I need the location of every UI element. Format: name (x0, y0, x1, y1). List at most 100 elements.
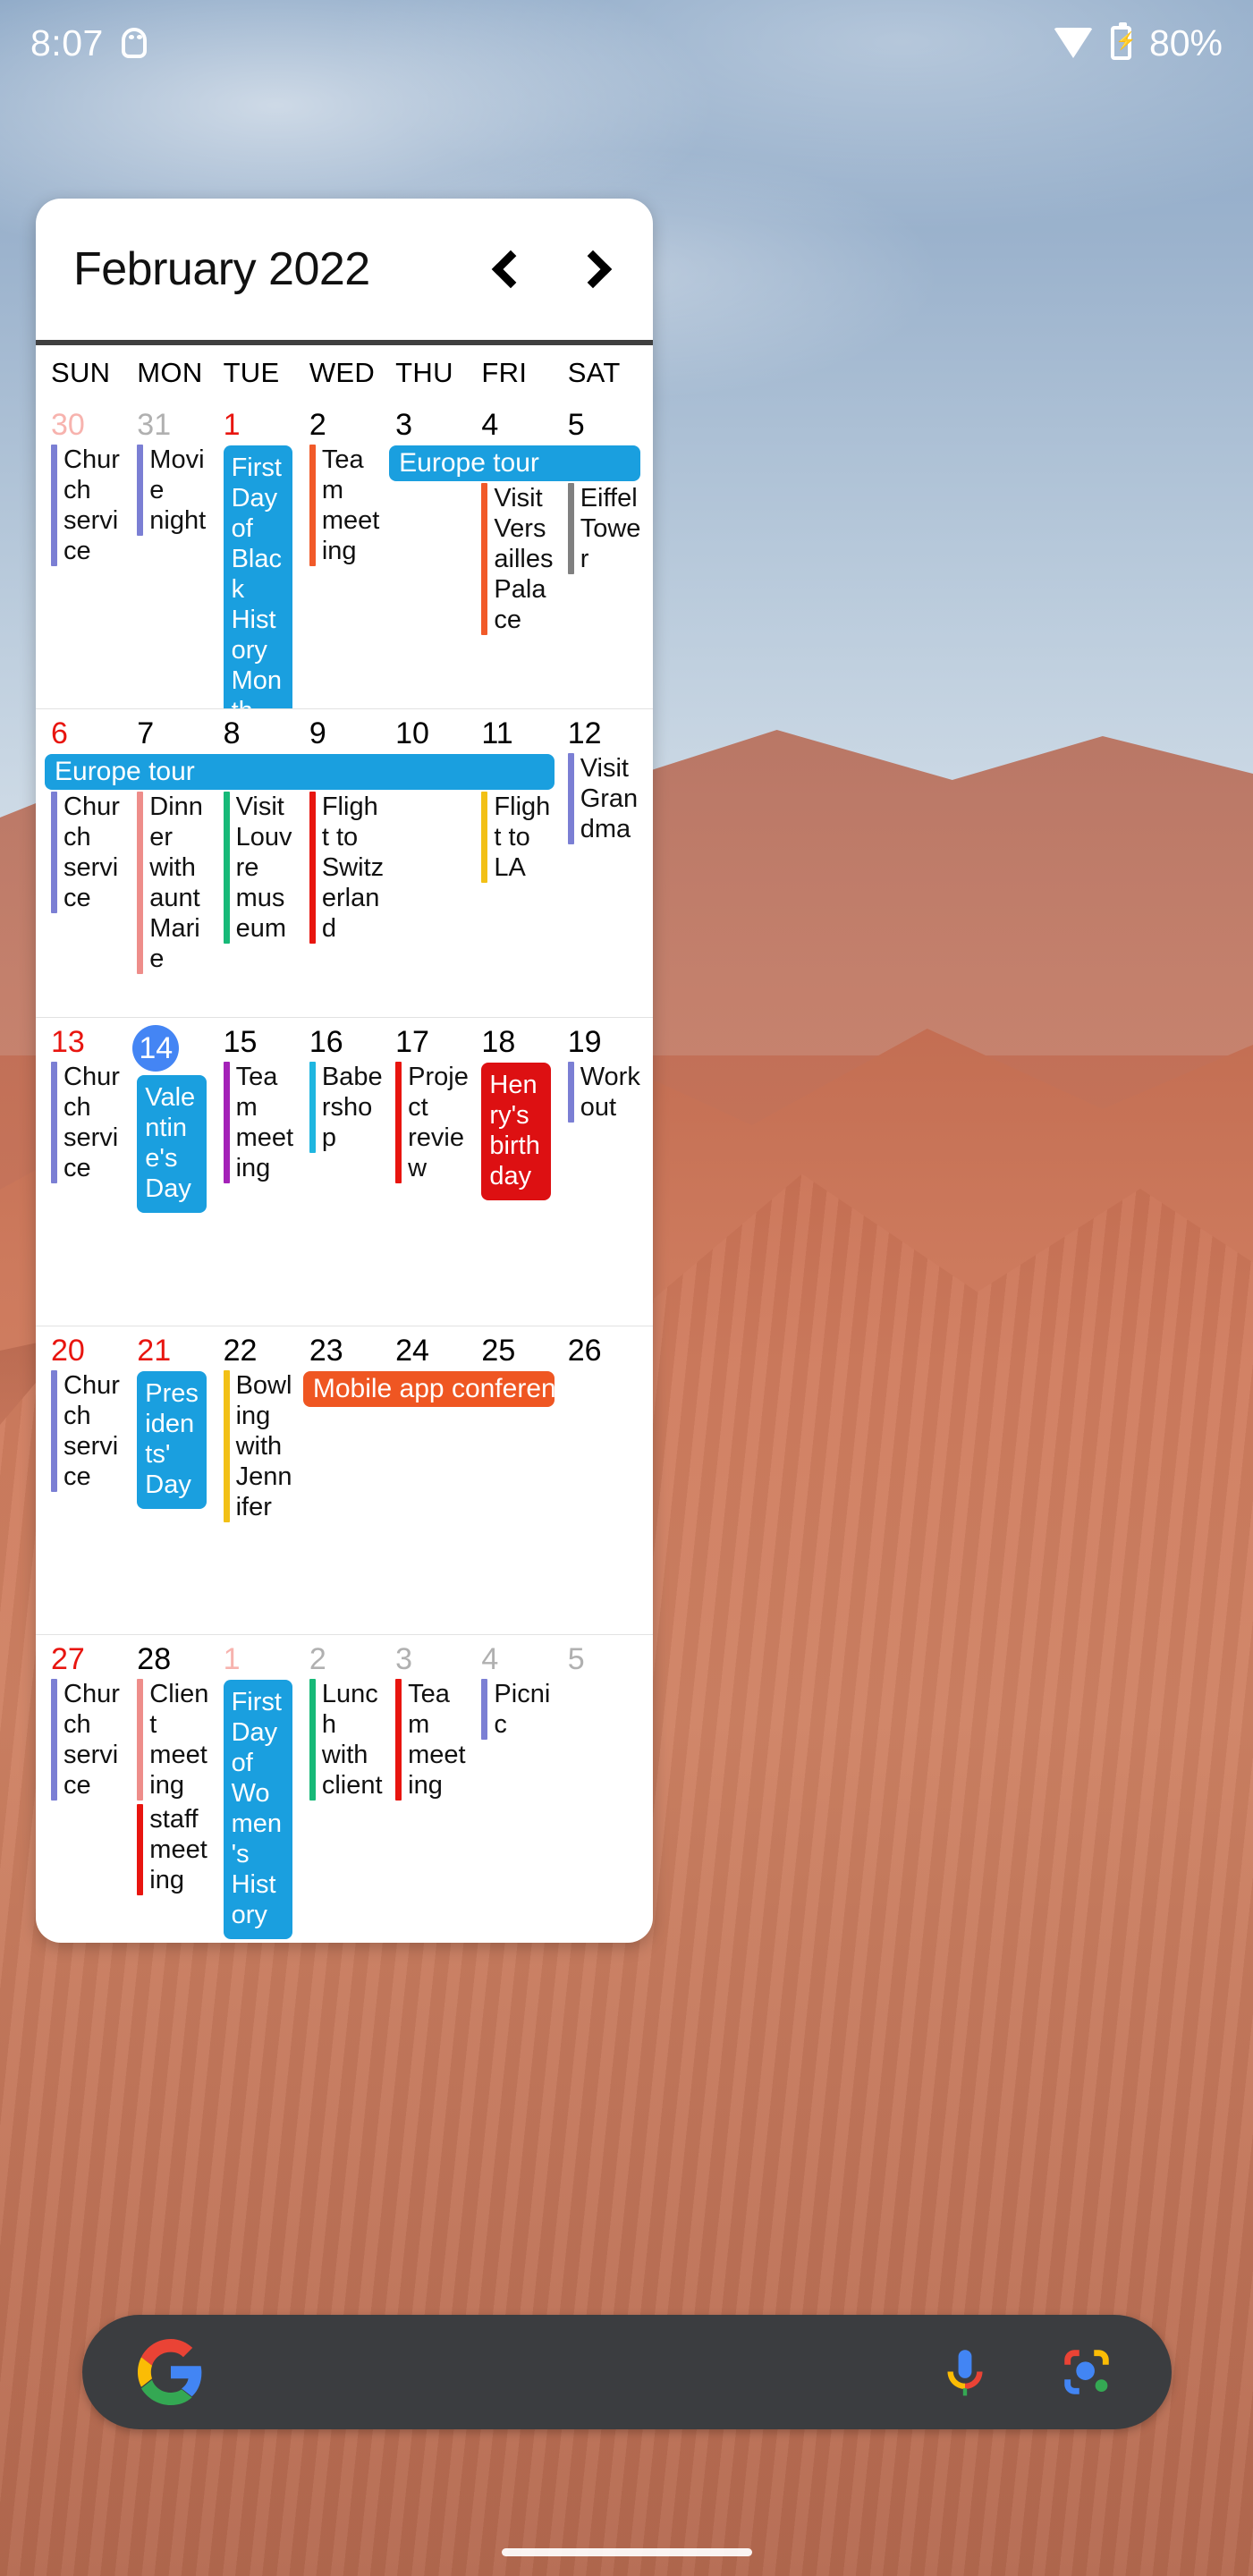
day-number: 23 (309, 1334, 343, 1368)
day-cell-19[interactable]: 19 Work out (560, 1018, 646, 1326)
event-color-bar (51, 792, 57, 913)
day-cell-1[interactable]: 1First Day of Black History Month (216, 401, 301, 708)
event-color-bar (137, 1679, 144, 1801)
battery-charging-icon (1110, 22, 1137, 60)
event-title: Church service (63, 445, 120, 565)
day-cell-30[interactable]: 30 Church service (43, 401, 129, 708)
microphone-icon[interactable] (936, 2343, 995, 2402)
day-cell-22[interactable]: 22 Bowling with Jennifer (216, 1326, 301, 1634)
event-chip[interactable]: Henry's birthday (481, 1063, 555, 1200)
day-cell-26[interactable]: 26 (560, 1326, 646, 1634)
event-item[interactable]: Church service (51, 445, 125, 566)
day-number: 14 (132, 1025, 180, 1072)
google-logo-icon (138, 2339, 204, 2405)
calendar-week-row: 27 Church service 28 Client meeting staff me… (36, 1634, 653, 1943)
weekday-header-row: SUN MON TUE WED THU FRI SAT (36, 345, 653, 401)
day-number: 24 (395, 1334, 429, 1368)
google-search-bar[interactable] (82, 2315, 1172, 2429)
event-title: Eiffel Tower (580, 484, 641, 573)
day-cell-15[interactable]: 15 Team meeting (216, 1018, 301, 1326)
multi-day-event-band[interactable]: Europe tour (389, 445, 640, 481)
event-item[interactable]: Project review (395, 1062, 470, 1183)
day-cell-2[interactable]: 2 Lunch with client (301, 1635, 387, 1943)
navigation-pill[interactable] (501, 2548, 752, 2556)
day-cell-12[interactable]: 12 Visit Grandma (560, 709, 646, 1017)
event-list: Work out (567, 1062, 642, 1123)
event-title: Visit Versailles Palace (494, 484, 554, 634)
event-item[interactable]: Dinner with aunt Marie (137, 792, 211, 974)
day-cell-17[interactable]: 17 Project review (387, 1018, 473, 1326)
event-list: Babershop (309, 1062, 384, 1153)
clock: 8:07 (30, 21, 104, 64)
event-item[interactable]: Church service (51, 792, 125, 913)
day-cell-27[interactable]: 27 Church service (43, 1635, 129, 1943)
day-cell-3[interactable]: 3 Team meeting (387, 1635, 473, 1943)
day-cell-5[interactable]: 5 (560, 1635, 646, 1943)
day-cell-1[interactable]: 1 First Day of Women's History (216, 1635, 301, 1943)
event-title: Visit Louvre museum (235, 792, 292, 943)
event-title: Church service (63, 1680, 120, 1800)
day-cell-21[interactable]: 21 Presidents' Day (129, 1326, 215, 1634)
event-chip[interactable]: First Day of Women's History (223, 1680, 298, 1939)
event-title: Church service (63, 792, 120, 912)
event-color-bar (137, 1804, 144, 1895)
event-item[interactable]: Bowling with Jennifer (223, 1370, 298, 1522)
day-cell-28[interactable]: 28 Client meeting staff meeting (129, 1635, 215, 1943)
weekday-header-thu: THU (395, 357, 453, 388)
day-cell-13[interactable]: 13 Church service (43, 1018, 129, 1326)
event-item[interactable]: Team meeting (395, 1679, 470, 1801)
day-cell-14[interactable]: 14 Valentine's Day (129, 1018, 215, 1326)
event-item[interactable]: Flight to Switzerland (309, 792, 384, 944)
event-item[interactable]: Church service (51, 1062, 125, 1183)
status-bar-left: 8:07 (30, 22, 147, 64)
day-cell-16[interactable]: 16 Babershop (301, 1018, 387, 1326)
day-number: 28 (137, 1642, 172, 1676)
event-item[interactable]: Babershop (309, 1062, 384, 1153)
event-color-bar (223, 1370, 230, 1522)
day-cell-4[interactable]: 4 Picnic (473, 1635, 559, 1943)
event-color-bar (567, 1062, 574, 1123)
event-title: Team meeting (408, 1680, 466, 1800)
event-color-bar (309, 1679, 316, 1801)
google-lens-icon[interactable] (1057, 2343, 1116, 2402)
day-cell-2[interactable]: 2 Team meeting (301, 401, 387, 708)
event-item[interactable]: Picnic (481, 1679, 555, 1740)
calendar-grid[interactable]: 30 Church service 31 Movie night 1 First Day … (36, 401, 653, 1943)
event-item[interactable]: Visit Versailles Palace (481, 483, 555, 635)
event-item[interactable]: Client meeting (137, 1679, 211, 1801)
event-chip[interactable]: Presidents' Day (137, 1371, 211, 1509)
bug-icon (121, 28, 147, 58)
day-cell-20[interactable]: 20 Church service (43, 1326, 129, 1634)
event-color-bar (137, 792, 144, 974)
event-color-bar (481, 1679, 488, 1740)
day-cell-18[interactable]: 18 Henry's birthday (473, 1018, 559, 1326)
day-number: 18 (481, 1025, 516, 1059)
event-item[interactable]: Visit Louvre museum (223, 792, 298, 944)
event-item[interactable]: Flight to LA (481, 792, 555, 883)
event-item[interactable]: Team meeting (223, 1062, 298, 1183)
event-item[interactable]: staff meeting (137, 1804, 211, 1895)
event-item[interactable]: Movie night (137, 445, 211, 536)
multi-day-event-band[interactable]: Mobile app conference (302, 1371, 555, 1407)
prev-month-button[interactable] (476, 238, 538, 301)
event-item[interactable]: Church service (51, 1679, 125, 1801)
event-color-bar (309, 792, 316, 944)
event-list: Eiffel Tower (567, 483, 642, 574)
event-item[interactable]: Team meeting (309, 445, 384, 566)
day-cell-31[interactable]: 31 Movie night (129, 401, 215, 708)
event-item[interactable]: Church service (51, 1370, 125, 1492)
event-item[interactable]: Eiffel Tower (567, 483, 642, 574)
calendar-widget[interactable]: February 2022 SUN MON TUE WED THU FRI SAT 30 Ch… (36, 199, 653, 1943)
event-chip[interactable]: Valentine's Day (137, 1075, 211, 1213)
event-list: Bowling with Jennifer (223, 1370, 298, 1522)
next-month-button[interactable] (565, 238, 628, 301)
multi-day-event-band[interactable]: Europe tour (45, 754, 555, 790)
event-item[interactable]: Visit Grandma (567, 753, 642, 844)
event-item[interactable]: Work out (567, 1062, 642, 1123)
status-bar-right: 80% (1053, 22, 1223, 64)
event-chip-label: Presidents' Day (137, 1371, 207, 1509)
chevron-right-icon (573, 250, 613, 289)
event-item[interactable]: Lunch with client (309, 1679, 384, 1801)
month-nav-group (476, 238, 628, 301)
event-chip[interactable]: First Day of Black History Month (223, 445, 298, 708)
